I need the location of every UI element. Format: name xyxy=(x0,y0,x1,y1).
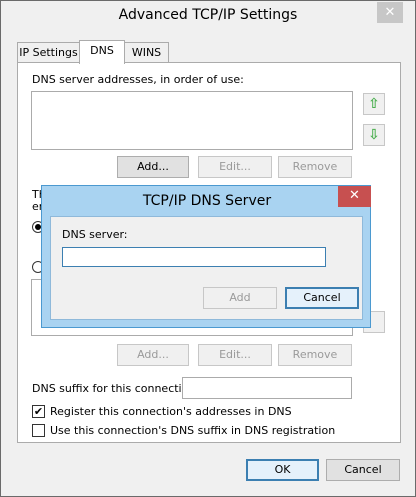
suffix-edit-button[interactable]: Edit... xyxy=(198,344,272,366)
dns-server-list[interactable] xyxy=(31,91,353,150)
dns-edit-button[interactable]: Edit... xyxy=(198,156,272,178)
register-checkbox[interactable]: ✔ xyxy=(32,405,45,418)
suffix-remove-button[interactable]: Remove xyxy=(278,344,352,366)
cancel-button[interactable]: Cancel xyxy=(326,459,400,481)
dialog-cancel-button[interactable]: Cancel xyxy=(285,287,359,309)
dns-server-label: DNS server: xyxy=(62,228,128,241)
move-up-icon[interactable]: ⇧ xyxy=(363,93,385,115)
dialog-add-button[interactable]: Add xyxy=(203,287,277,309)
connection-suffix-label: DNS suffix for this connection: xyxy=(32,382,200,395)
ok-button[interactable]: OK xyxy=(246,459,319,481)
tab-dns[interactable]: DNS xyxy=(79,40,125,64)
dns-servers-label: DNS server addresses, in order of use: xyxy=(32,73,244,86)
use-suffix-label: Use this connection's DNS suffix in DNS … xyxy=(50,424,336,437)
tab-wins[interactable]: WINS xyxy=(124,42,169,63)
tab-ip-settings[interactable]: IP Settings xyxy=(17,42,80,63)
dialog-body: DNS server: Add Cancel xyxy=(50,216,363,320)
dns-add-button[interactable]: Add... xyxy=(117,156,189,178)
register-label: Register this connection's addresses in … xyxy=(50,405,292,418)
window-title: Advanced TCP/IP Settings xyxy=(118,7,298,23)
window-titlebar: Advanced TCP/IP Settings ✕ xyxy=(1,1,415,34)
dialog-close-icon[interactable]: ✕ xyxy=(338,186,371,207)
move-down-icon[interactable]: ⇩ xyxy=(363,124,385,146)
use-suffix-checkbox[interactable] xyxy=(32,424,45,437)
connection-suffix-input[interactable] xyxy=(182,377,352,399)
dns-remove-button[interactable]: Remove xyxy=(278,156,352,178)
dns-server-input[interactable] xyxy=(62,247,326,267)
suffix-add-button[interactable]: Add... xyxy=(117,344,189,366)
window-close-icon[interactable]: ✕ xyxy=(377,2,403,23)
dns-server-dialog: TCP/IP DNS Server ✕ DNS server: Add Canc… xyxy=(41,185,371,328)
dialog-title: TCP/IP DNS Server xyxy=(142,193,272,209)
